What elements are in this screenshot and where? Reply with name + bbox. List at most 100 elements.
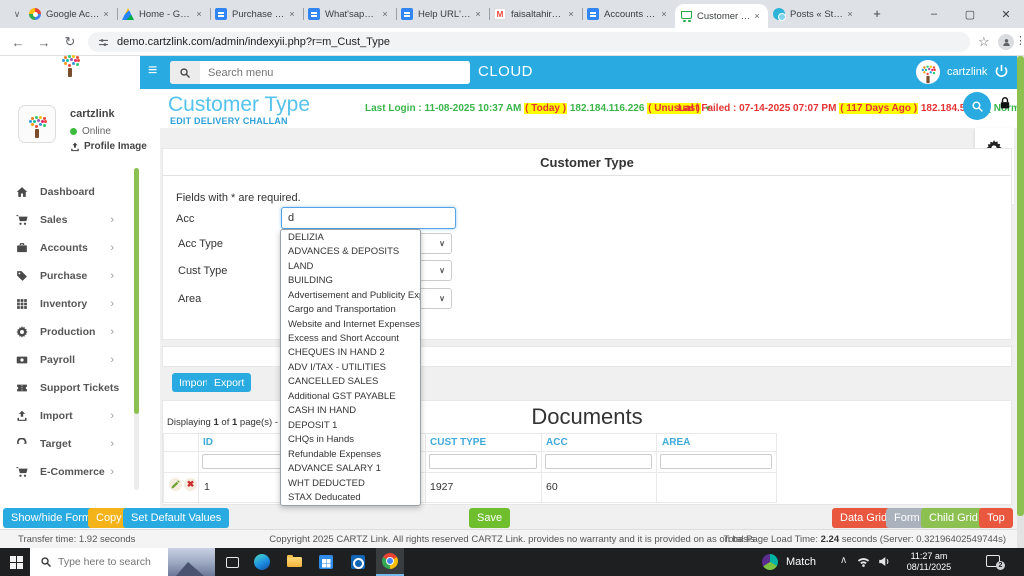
suggestion-item[interactable]: Refundable Expenses [281, 447, 420, 461]
hidden-icons-chevron[interactable] [840, 555, 847, 566]
page-scrollbar-thumb[interactable] [1017, 56, 1024, 516]
column-header-cust-type[interactable]: CUST TYPE [430, 437, 486, 448]
address-box[interactable]: demo.cartzlink.com/admin/indexyii.php?r=… [88, 32, 970, 52]
sidebar-item[interactable]: Payroll › [0, 346, 146, 374]
browser-tab[interactable]: Home - Googl... [117, 0, 210, 28]
suggestion-item[interactable]: ADVANCE SALARY 1 [281, 462, 420, 476]
lock-icon[interactable] [998, 96, 1012, 115]
column-header-id[interactable]: ID [203, 437, 213, 448]
wifi-icon[interactable] [857, 555, 870, 573]
browser-tab[interactable]: Google Accou... [24, 0, 117, 28]
suggestion-item[interactable]: CANCELLED SALES [281, 375, 420, 389]
suggestion-item[interactable]: Additional GST PAYABLE [281, 389, 420, 403]
sidebar-item[interactable]: Accounts › [0, 234, 146, 262]
acc-input[interactable] [281, 207, 456, 229]
suggestion-item[interactable]: LAND [281, 259, 420, 273]
top-button[interactable]: Top [979, 508, 1013, 528]
file-explorer-icon[interactable] [280, 548, 308, 576]
search-icon[interactable] [170, 61, 200, 84]
match-widget-icon[interactable] [756, 548, 784, 576]
browser-tab[interactable]: Posts « Stream... [768, 0, 861, 28]
tab-close-icon[interactable] [193, 8, 205, 20]
export-button[interactable]: Export [207, 373, 252, 392]
logout-power-icon[interactable] [994, 64, 1009, 84]
suggestion-item[interactable]: Website and Internet Expenses [281, 317, 420, 331]
browser-tab[interactable]: faisaltahir@ca... [489, 0, 582, 28]
suggestion-item[interactable]: ADV I/TAX - UTILITIES [281, 360, 420, 374]
edge-icon[interactable] [248, 548, 276, 576]
back-icon[interactable]: ← [6, 28, 30, 56]
app-logo[interactable] [0, 56, 140, 89]
tab-close-icon[interactable] [379, 8, 391, 20]
browser-tab[interactable]: Help URL's for... [396, 0, 489, 28]
start-button-icon[interactable] [10, 556, 23, 569]
reload-icon[interactable]: ↻ [58, 28, 82, 56]
hamburger-menu-icon[interactable] [148, 62, 157, 80]
tab-close-icon[interactable] [286, 8, 298, 20]
menu-search-input[interactable] [200, 61, 470, 84]
taskbar-search-input[interactable] [58, 556, 158, 568]
match-widget-label[interactable]: Match [786, 556, 816, 568]
sidebar-item[interactable]: Purchase › [0, 262, 146, 290]
url-text[interactable]: demo.cartzlink.com/admin/indexyii.php?r=… [117, 36, 390, 48]
suggestion-item[interactable]: CASH IN HAND [281, 404, 420, 418]
profile-avatar[interactable] [18, 105, 56, 143]
quick-search-button[interactable] [963, 92, 991, 120]
save-button[interactable]: Save [469, 508, 511, 528]
outlook-icon[interactable] [344, 548, 372, 576]
window-maximize-button[interactable]: ▢ [952, 0, 988, 28]
suggestion-item[interactable]: ADVANCES & DEPOSITS [281, 244, 420, 258]
suggestion-item[interactable]: STAX Deducated [281, 490, 420, 504]
tab-close-icon[interactable] [658, 8, 670, 20]
sidebar-item[interactable]: Production › [0, 318, 146, 346]
suggestion-item[interactable]: Cargo and Transportation [281, 302, 420, 316]
microsoft-store-icon[interactable] [312, 548, 340, 576]
profile-image-action[interactable]: Profile Image [70, 141, 147, 152]
delete-row-button[interactable] [184, 478, 197, 491]
suggestion-item[interactable]: CHEQUES IN HAND 2 [281, 346, 420, 360]
suggestion-item[interactable]: Excess and Short Account [281, 331, 420, 345]
suggestion-item[interactable]: Advertisement and Publicity Expenses [281, 288, 420, 302]
header-user[interactable]: cartzlink [916, 60, 987, 84]
task-view-icon[interactable] [218, 548, 246, 576]
sidebar-item[interactable]: Dashboard [0, 178, 146, 206]
suggestion-item[interactable]: WHT DEDUCTED [281, 476, 420, 490]
column-header-area[interactable]: AREA [662, 437, 690, 448]
tab-close-icon[interactable] [100, 8, 112, 20]
browser-tab[interactable]: What'sapp Sal... [303, 0, 396, 28]
sidebar-item[interactable]: E-Commerce › [0, 458, 146, 486]
sidebar-item[interactable]: Support Tickets [0, 374, 146, 402]
filter-acc-input[interactable] [545, 454, 652, 469]
browser-profile-avatar[interactable] [998, 34, 1014, 50]
tab-close-icon[interactable] [844, 8, 856, 20]
tab-close-icon[interactable] [472, 8, 484, 20]
sidebar-scrollbar-thumb[interactable] [134, 168, 139, 414]
suggestion-item[interactable]: CHQs in Hands [281, 433, 420, 447]
tab-close-icon[interactable] [751, 10, 763, 22]
sidebar-item[interactable]: Sales › [0, 206, 146, 234]
site-settings-icon[interactable] [98, 37, 109, 48]
bookmark-star-icon[interactable] [978, 34, 990, 50]
new-tab-button[interactable]: + [868, 5, 886, 23]
edit-row-button[interactable] [169, 478, 182, 491]
suggestion-item[interactable]: DEPOSIT 1 [281, 418, 420, 432]
chrome-icon[interactable] [376, 548, 404, 576]
suggestion-item[interactable]: DELIZIA [281, 230, 420, 244]
set-default-values-button[interactable]: Set Default Values [123, 508, 230, 528]
browser-tab[interactable]: Accounts Mast... [582, 0, 675, 28]
window-minimize-button[interactable]: – [916, 0, 952, 28]
search-highlight-image[interactable] [168, 548, 215, 576]
child-grid-button[interactable]: Child Grid [921, 508, 986, 528]
volume-icon[interactable] [878, 555, 891, 573]
suggestion-item[interactable]: BUILDING [281, 273, 420, 287]
sidebar-item[interactable]: Target › [0, 430, 146, 458]
window-close-button[interactable]: ✕ [988, 0, 1024, 28]
sidebar-item[interactable]: Import › [0, 402, 146, 430]
browser-menu-icon[interactable] [1015, 34, 1024, 47]
filter-area-input[interactable] [660, 454, 772, 469]
browser-tab[interactable]: Customer Type [675, 4, 768, 28]
browser-tab[interactable]: Purchase Data [210, 0, 303, 28]
show-hide-form-button[interactable]: Show/hide Form [3, 508, 100, 528]
taskbar-clock[interactable]: 11:27 am 08/11/2025 [902, 551, 956, 573]
sidebar-item[interactable]: Inventory › [0, 290, 146, 318]
